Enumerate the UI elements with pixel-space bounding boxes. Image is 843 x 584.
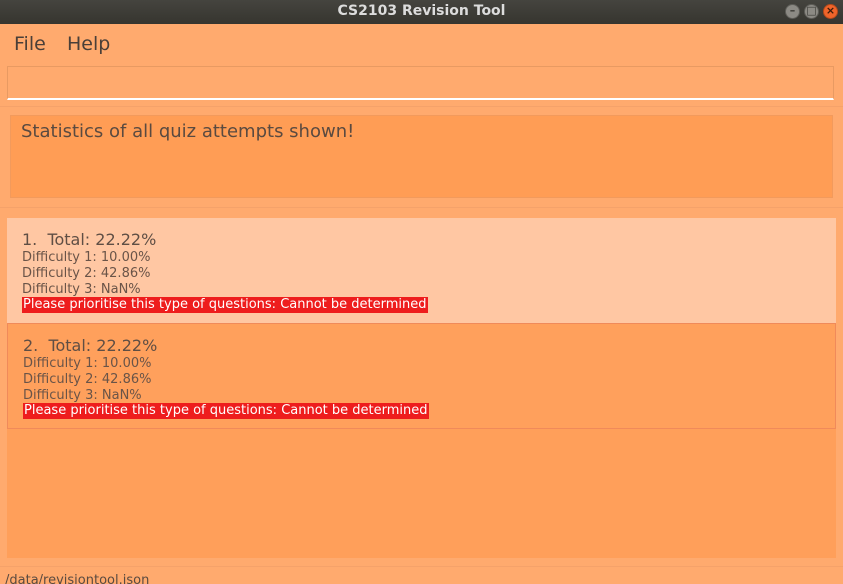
priority-recommendation: Please prioritise this type of questions… <box>22 297 428 313</box>
menu-bar: File Help <box>0 24 843 62</box>
command-input[interactable] <box>8 67 833 98</box>
menu-file[interactable]: File <box>14 33 46 55</box>
difficulty-3-score: Difficulty 3: NaN% <box>23 388 142 403</box>
window-title: CS2103 Revision Tool <box>337 3 506 19</box>
total-score: 1. Total: 22.22% <box>22 230 157 249</box>
title-bar: CS2103 Revision Tool – □ × <box>0 0 843 24</box>
total-score: 2. Total: 22.22% <box>23 336 158 355</box>
statistics-card[interactable]: 1. Total: 22.22% Difficulty 1: 10.00% Di… <box>7 218 836 324</box>
divider <box>0 207 843 208</box>
maximize-icon: □ <box>806 4 817 17</box>
statistics-card-selected[interactable]: 2. Total: 22.22% Difficulty 1: 10.00% Di… <box>7 323 836 429</box>
result-message: Statistics of all quiz attempts shown! <box>21 121 355 142</box>
maximize-button[interactable]: □ <box>804 4 819 19</box>
command-box <box>7 66 834 100</box>
difficulty-2-score: Difficulty 2: 42.86% <box>22 266 151 281</box>
minimize-icon: – <box>789 4 796 17</box>
priority-recommendation: Please prioritise this type of questions… <box>23 403 429 419</box>
minimize-button[interactable]: – <box>785 4 800 19</box>
app-window: CS2103 Revision Tool – □ × File Help Sta… <box>0 0 843 584</box>
difficulty-2-score: Difficulty 2: 42.86% <box>23 372 152 387</box>
menu-help[interactable]: Help <box>67 33 110 55</box>
close-icon: × <box>825 4 836 17</box>
status-bar: /data/revisiontool.json <box>0 566 843 584</box>
statistics-list[interactable]: 1. Total: 22.22% Difficulty 1: 10.00% Di… <box>7 218 836 558</box>
difficulty-1-score: Difficulty 1: 10.00% <box>23 356 152 371</box>
divider <box>0 106 843 107</box>
difficulty-1-score: Difficulty 1: 10.00% <box>22 250 151 265</box>
close-button[interactable]: × <box>823 4 838 19</box>
difficulty-3-score: Difficulty 3: NaN% <box>22 282 141 297</box>
result-display: Statistics of all quiz attempts shown! <box>10 115 833 198</box>
save-file-path: /data/revisiontool.json <box>5 573 150 584</box>
